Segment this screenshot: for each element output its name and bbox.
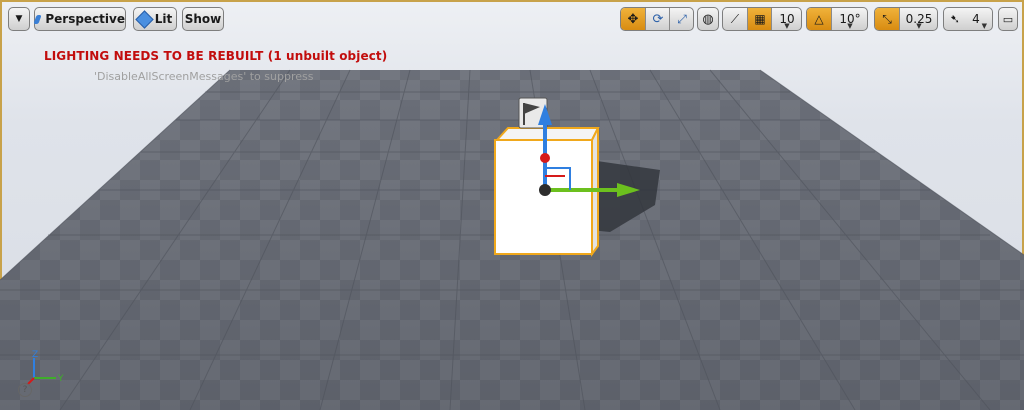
lit-button[interactable]: Lit [133, 7, 177, 31]
show-button[interactable]: Show [182, 7, 224, 31]
show-label: Show [184, 12, 222, 26]
chevron-down-icon: ▼ [847, 22, 853, 30]
chevron-down-icon: ▼ [15, 14, 23, 24]
lit-label: Lit [154, 12, 173, 26]
grid-snap-value-dropdown[interactable]: 10 ▼ [771, 8, 802, 30]
lighting-warning-message: LIGHTING NEEDS TO BE REBUILT (1 unbuilt … [44, 49, 388, 63]
camera-icon [33, 14, 42, 24]
rotation-snap-value-dropdown[interactable]: 10° ▼ [831, 8, 868, 30]
translate-tool-button[interactable]: ✥ [621, 8, 645, 30]
transform-tools-group: ✥ ⟳ ⤢ [620, 7, 694, 31]
scale-snap-group: ⤡ 0.25 ▼ [874, 7, 938, 31]
grid-snap-toggle[interactable]: ▦ [747, 8, 772, 30]
grid-icon: ▦ [754, 12, 766, 26]
lit-cube-icon [135, 9, 154, 29]
surface-snap-button[interactable]: ⟋ [723, 8, 747, 30]
grid-snap-group: ⟋ ▦ 10 ▼ [722, 7, 802, 31]
level-viewport[interactable]: ▼ Perspective Lit Show ✥ ⟳ ⤢ ◍ ⟋ ▦ 10 ▼ … [0, 0, 1024, 410]
suppress-hint-message: 'DisableAllScreenMessages' to suppress [94, 70, 314, 83]
coordinate-system-button[interactable]: ◍ [697, 7, 719, 31]
axis-y-label: Y [57, 374, 64, 384]
rotation-snap-group: △ 10° ▼ [806, 7, 868, 31]
chevron-down-icon: ▼ [916, 22, 922, 30]
chevron-down-icon: ▼ [981, 22, 987, 30]
scale-icon: ⤢ [677, 11, 687, 26]
rotate-tool-button[interactable]: ⟳ [645, 8, 670, 30]
scale-snap-value-dropdown[interactable]: 0.25 ▼ [899, 8, 938, 30]
camera-speed-value: 4 [972, 12, 980, 26]
chevron-down-icon: ▼ [784, 22, 790, 30]
globe-icon: ◍ [702, 11, 714, 27]
scale-snap-icon: ⤡ [882, 11, 892, 26]
surface-snap-icon: ⟋ [730, 11, 740, 26]
camera-speed-button[interactable]: ➷ 4 ▼ [943, 7, 993, 31]
move-icon: ✥ [627, 11, 639, 27]
gizmo-center[interactable] [539, 184, 551, 196]
gizmo-x-handle[interactable] [540, 153, 550, 163]
maximize-icon: ▭ [1002, 12, 1014, 26]
axis-z-label: Z [32, 350, 38, 360]
camera-speed-icon: ➷ [950, 12, 961, 26]
scale-tool-button[interactable]: ⤢ [669, 8, 694, 30]
help-icon[interactable]: ? [18, 383, 32, 397]
perspective-button[interactable]: Perspective [33, 7, 126, 31]
maximize-viewport-button[interactable]: ▭ [998, 7, 1018, 31]
viewport-options-button[interactable]: ▼ [8, 7, 30, 31]
rotate-icon: ⟳ [652, 11, 664, 27]
perspective-label: Perspective [45, 12, 125, 26]
scale-snap-toggle[interactable]: ⤡ [875, 8, 899, 30]
rotation-snap-toggle[interactable]: △ [807, 8, 831, 30]
angle-icon: △ [814, 12, 824, 26]
